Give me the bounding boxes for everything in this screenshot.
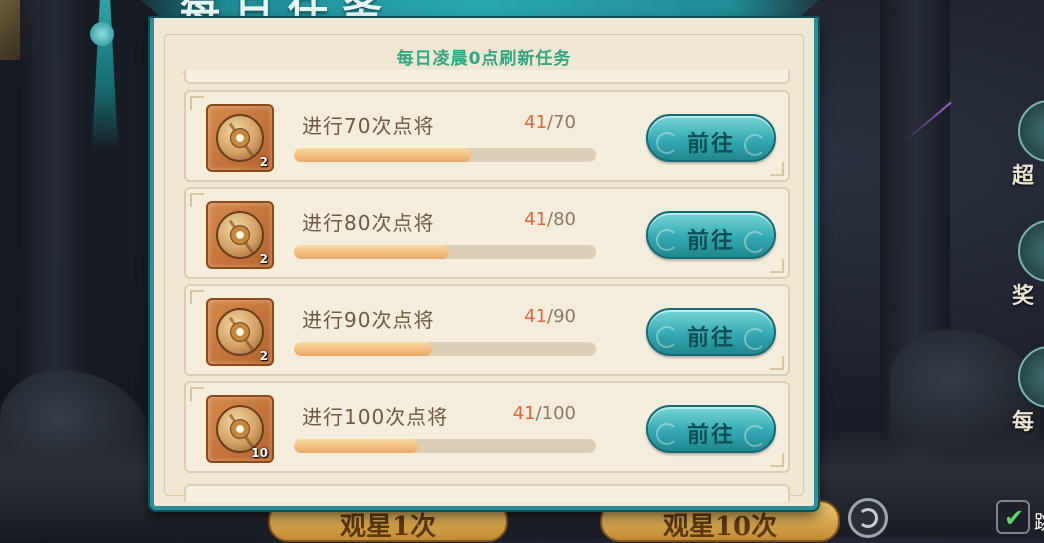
progress-current: 41 — [524, 209, 548, 230]
task-list[interactable]: 2 进行70次点将 41/70 前往 2 进行80次点将 41/80 前往 2 … — [174, 70, 800, 502]
side-entry-label: 奖 — [1012, 284, 1035, 309]
progress-bar — [294, 439, 596, 453]
daily-icon — [1018, 346, 1044, 408]
reward-item[interactable]: 2 — [206, 201, 274, 269]
progress-bar-fill — [294, 439, 418, 453]
reward-icon — [1018, 220, 1044, 282]
go-button[interactable]: 前往 — [646, 211, 776, 259]
go-button[interactable]: 前往 — [646, 114, 776, 162]
tassel-knot — [90, 22, 114, 46]
go-button-label: 前往 — [686, 325, 735, 351]
task-progress-text: 41/100 — [513, 403, 576, 424]
observe-once-label: 观星1次 — [339, 512, 437, 542]
progress-bar — [294, 148, 596, 162]
refresh-notice: 每日凌晨0点刷新任务 — [396, 49, 572, 69]
reward-count: 2 — [259, 252, 268, 266]
task-row: 2 进行70次点将 41/70 前往 — [184, 90, 790, 182]
task-progress-text: 41/80 — [524, 209, 576, 230]
list-row-partial — [184, 70, 790, 84]
progress-bar — [294, 342, 596, 356]
progress-bar-fill — [294, 245, 449, 259]
coin-icon — [216, 308, 264, 356]
task-progress-text: 41/70 — [524, 112, 576, 133]
progress-current: 41 — [524, 112, 548, 133]
observe-ten-label: 观星10次 — [662, 512, 778, 542]
coin-icon — [216, 114, 264, 162]
reward-item[interactable]: 10 — [206, 395, 274, 463]
reward-item[interactable]: 2 — [206, 298, 274, 366]
progress-total: /100 — [535, 403, 576, 424]
checkmark-icon: ✔ — [1004, 504, 1025, 532]
progress-bar-fill — [294, 148, 471, 162]
skip-checkbox[interactable]: ✔ — [996, 500, 1030, 534]
go-button-label: 前往 — [686, 422, 735, 448]
task-row: 2 进行80次点将 41/80 前往 — [184, 187, 790, 279]
progress-current: 41 — [524, 306, 548, 327]
coin-icon — [216, 211, 264, 259]
task-name: 进行80次点将 — [302, 211, 435, 235]
task-name: 进行70次点将 — [302, 114, 435, 138]
go-button-label: 前往 — [686, 131, 735, 157]
go-button[interactable]: 前往 — [646, 405, 776, 453]
task-row: 10 进行100次点将 41/100 前往 — [184, 381, 790, 473]
task-progress-text: 41/90 — [524, 306, 576, 327]
refresh-icon[interactable] — [848, 498, 888, 538]
progress-current: 41 — [512, 403, 536, 424]
list-row-partial — [184, 484, 790, 502]
side-entry-super[interactable]: 超 — [1012, 100, 1044, 189]
skip-label: 跳 — [1034, 506, 1044, 535]
task-row: 2 进行90次点将 41/90 前往 — [184, 284, 790, 376]
side-entry-daily[interactable]: 每 — [1012, 346, 1044, 435]
progress-bar-fill — [294, 342, 432, 356]
reward-count: 2 — [259, 349, 268, 363]
go-button[interactable]: 前往 — [646, 308, 776, 356]
progress-total: /80 — [547, 209, 576, 230]
go-button-label: 前往 — [686, 228, 735, 254]
side-entry-reward[interactable]: 奖 — [1012, 220, 1044, 309]
task-name: 进行90次点将 — [302, 308, 435, 332]
progress-total: /90 — [547, 306, 576, 327]
super-icon — [1018, 100, 1044, 162]
side-entry-label: 超 — [1012, 164, 1035, 189]
reward-item[interactable]: 2 — [206, 104, 274, 172]
reward-count: 10 — [251, 446, 268, 460]
progress-total: /70 — [547, 112, 576, 133]
task-name: 进行100次点将 — [302, 405, 449, 429]
reward-count: 2 — [259, 155, 268, 169]
side-entry-label: 每 — [1012, 410, 1035, 435]
progress-bar — [294, 245, 596, 259]
daily-task-panel: 每日凌晨0点刷新任务 2 进行70次点将 41/70 前往 2 进行80次点将 — [150, 18, 818, 510]
